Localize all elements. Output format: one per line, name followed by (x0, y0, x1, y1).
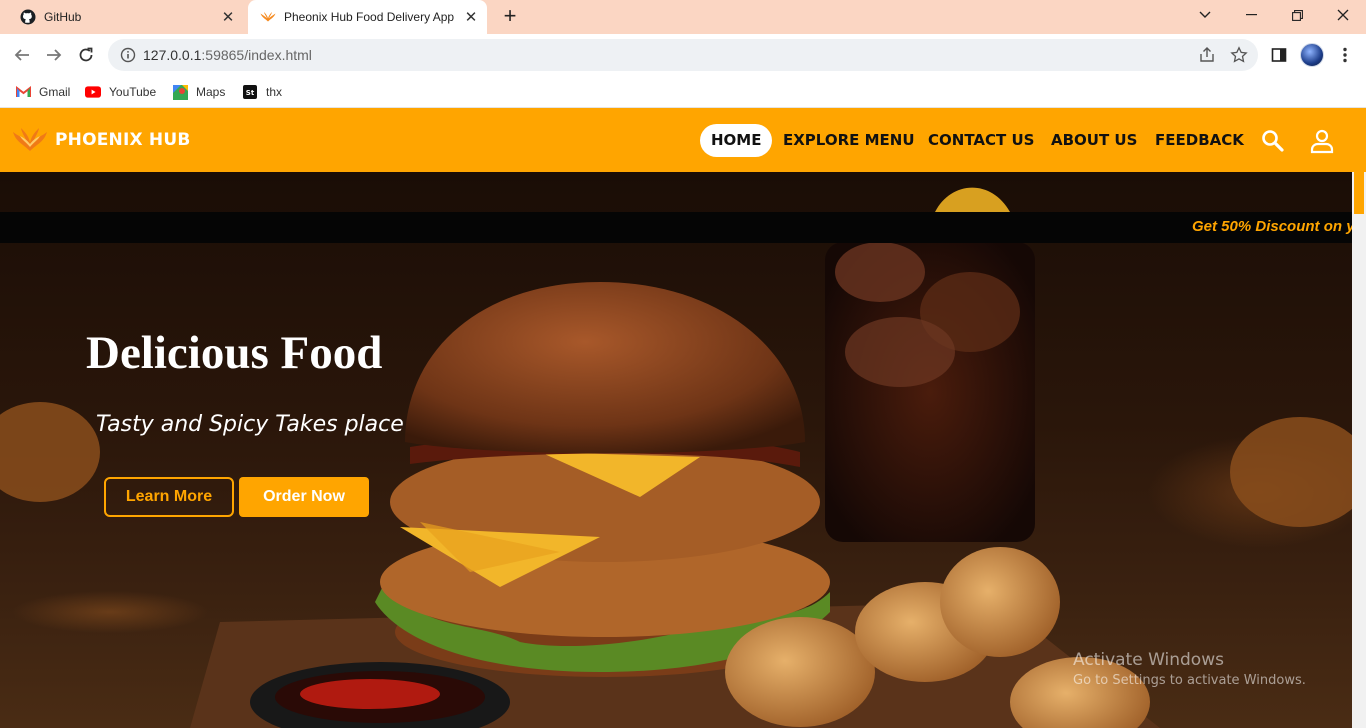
bookmark-label: Maps (196, 85, 226, 99)
url-path: :59865/index.html (201, 47, 312, 63)
brand[interactable]: PHOENIX HUB (12, 127, 191, 153)
windows-activation-watermark: Activate Windows Go to Settings to activ… (1073, 650, 1306, 688)
site-header: PHOENIX HUB HOME EXPLORE MENU CONTACT US… (0, 108, 1366, 172)
tab-github[interactable]: GitHub ✕ (8, 0, 244, 34)
nav-feedback[interactable]: FEEDBACK (1155, 124, 1244, 157)
site-info-icon[interactable] (120, 47, 136, 63)
tab-title: Pheonix Hub Food Delivery App (284, 10, 455, 24)
profile-avatar[interactable] (1300, 43, 1324, 67)
hero-subtitle: Tasty and Spicy Takes place (96, 412, 404, 437)
brand-name: PHOENIX HUB (55, 130, 191, 150)
watermark-title: Activate Windows (1073, 650, 1224, 670)
scrollbar-thumb[interactable] (1354, 172, 1364, 214)
restore-icon[interactable] (1274, 0, 1320, 30)
tab-phoenix-hub[interactable]: Pheonix Hub Food Delivery App ✕ (248, 0, 487, 34)
user-icon[interactable] (1309, 128, 1335, 154)
github-icon (20, 9, 36, 25)
url-text: 127.0.0.1:59865/index.html (143, 47, 312, 63)
order-now-button[interactable]: Order Now (239, 477, 369, 517)
bookmark-gmail[interactable]: Gmail (15, 82, 70, 102)
svg-text:St: St (246, 89, 255, 97)
new-tab-button[interactable]: + (498, 5, 522, 29)
address-bar[interactable]: 127.0.0.1:59865/index.html (108, 39, 1258, 71)
phoenix-logo-icon (13, 128, 47, 151)
discount-marquee: Get 50% Discount on y (0, 212, 1352, 243)
bookmark-star-icon[interactable] (1230, 46, 1248, 64)
nav-explore-menu[interactable]: EXPLORE MENU (783, 124, 915, 157)
burger-illustration (0, 187, 1352, 728)
phoenix-favicon-icon (260, 9, 276, 25)
back-arrow-icon[interactable] (9, 42, 35, 68)
close-icon[interactable]: ✕ (218, 7, 238, 27)
reload-icon[interactable] (73, 42, 99, 68)
watermark-subtitle: Go to Settings to activate Windows. (1073, 673, 1306, 688)
st-icon: St (242, 85, 258, 99)
search-icon[interactable] (1260, 128, 1286, 154)
share-icon[interactable] (1198, 46, 1216, 64)
marquee-text: Get 50% Discount on y (1192, 218, 1352, 235)
nav-contact-us[interactable]: CONTACT US (928, 124, 1034, 157)
bookmark-label: Gmail (39, 85, 71, 99)
side-panel-icon[interactable] (1268, 44, 1290, 66)
browser-tab-strip: GitHub ✕ Pheonix Hub Food Delivery App ✕… (0, 0, 1366, 34)
more-menu-icon[interactable] (1334, 44, 1356, 66)
bookmark-youtube[interactable]: YouTube (85, 82, 156, 102)
forward-arrow-icon[interactable] (41, 42, 67, 68)
nav-home[interactable]: HOME (700, 124, 773, 157)
bookmark-thx[interactable]: St thx (242, 82, 282, 102)
minimize-icon[interactable] (1228, 0, 1274, 30)
bookmark-label: YouTube (109, 85, 157, 99)
bookmark-label: thx (266, 85, 283, 99)
browser-toolbar: 127.0.0.1:59865/index.html (0, 34, 1366, 76)
url-host: 127.0.0.1 (143, 47, 202, 63)
gmail-icon (15, 85, 31, 99)
nav-about-us[interactable]: ABOUT US (1051, 124, 1137, 157)
learn-more-button[interactable]: Learn More (104, 477, 234, 517)
hero-title: Delicious Food (86, 327, 383, 379)
close-icon[interactable]: ✕ (461, 7, 481, 27)
bookmarks-bar: Gmail YouTube Maps St thx (0, 76, 1366, 108)
bookmark-maps[interactable]: Maps (172, 82, 225, 102)
youtube-icon (85, 85, 101, 99)
tab-search-icon[interactable] (1182, 0, 1228, 30)
hero-section: Get 50% Discount on y Delicious Food Tas… (0, 172, 1352, 728)
window-close-icon[interactable] (1320, 0, 1366, 30)
tab-title: GitHub (44, 10, 82, 24)
maps-icon (172, 84, 188, 100)
scrollbar[interactable] (1352, 172, 1366, 728)
